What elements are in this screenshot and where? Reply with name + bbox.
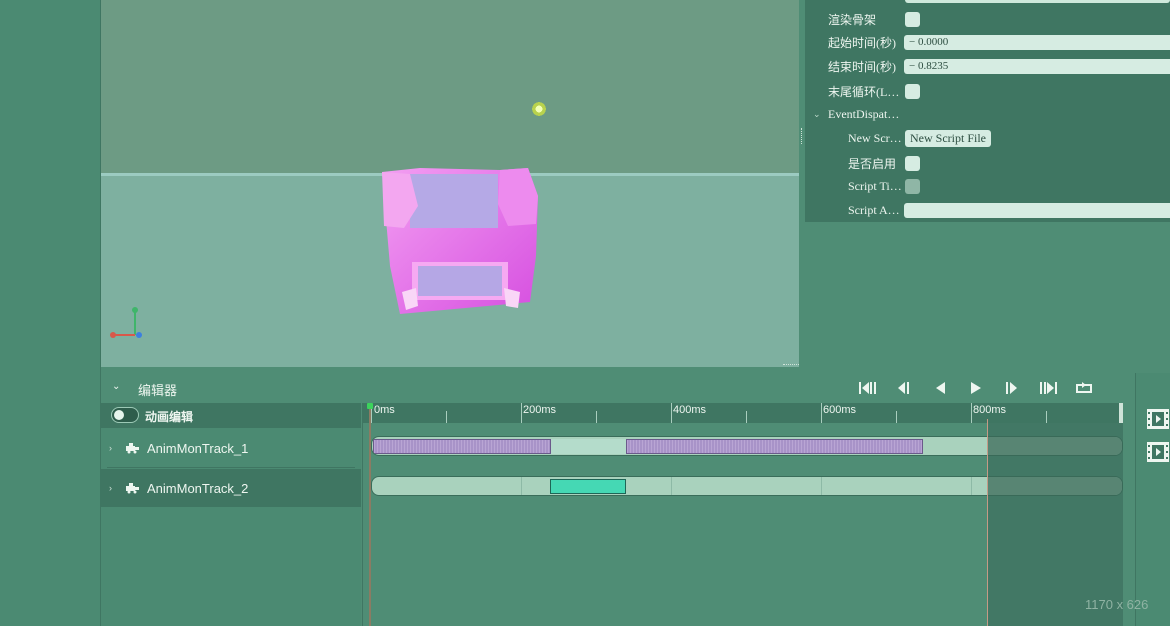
track-name: AnimMonTrack_1	[147, 440, 249, 456]
minus-icon: −	[909, 59, 916, 72]
prop-label: 是否启用	[848, 156, 897, 171]
clip-gap	[551, 439, 626, 454]
prop-label: 渲染骨架	[828, 12, 877, 27]
film-clip-icon[interactable]	[1147, 442, 1169, 462]
end-time-field[interactable]: − 0.8235	[904, 58, 1170, 74]
lane-gridline	[671, 477, 672, 495]
prop-label: Script Ti…	[848, 178, 902, 193]
ruler-tick	[896, 411, 897, 423]
lane-gridline	[821, 477, 822, 495]
chevron-right-icon[interactable]: ›	[109, 443, 112, 453]
track-list: 动画编辑 › AnimMonTrack_1 › AnimMonTrack_2	[101, 403, 361, 626]
track-type-icon	[126, 483, 139, 494]
prop-label: 末尾循环(L…	[828, 84, 900, 99]
time-ruler[interactable]: 0ms 200ms 400ms 600ms 800ms	[363, 403, 1123, 423]
track-row[interactable]: › AnimMonTrack_2	[101, 469, 361, 507]
scene-viewport[interactable]	[101, 0, 799, 367]
timeline[interactable]: 0ms 200ms 400ms 600ms 800ms	[362, 403, 1135, 626]
prop-label: Script A…	[848, 202, 900, 217]
prop-row-loop-at-end: 末尾循环(L…	[805, 80, 1170, 102]
start-time-field[interactable]: − 0.0000	[904, 34, 1170, 50]
chevron-down-icon[interactable]: ⌄	[112, 381, 120, 392]
lane-gridline	[971, 477, 972, 495]
script-trigger-checkbox[interactable]	[905, 178, 920, 194]
prop-row-enabled: 是否启用	[805, 152, 1170, 174]
ruler-tick	[596, 411, 597, 423]
start-time-value: 0.0000	[917, 35, 949, 48]
end-time-value: 0.8235	[917, 59, 949, 72]
editor-header: ⌄ 编辑器	[101, 373, 1135, 403]
anim-edit-toggle[interactable]	[111, 407, 139, 423]
editor-title: 编辑器	[138, 383, 178, 398]
ruler-tick	[521, 403, 522, 423]
enabled-checkbox[interactable]	[905, 155, 920, 171]
ruler-tick	[746, 411, 747, 423]
prop-label: 结束时间(秒)	[828, 59, 896, 74]
chevron-down-icon[interactable]: ⌄	[813, 109, 821, 120]
viewport-resize-handle[interactable]	[783, 364, 799, 367]
playback-controls	[854, 378, 1098, 398]
divider	[107, 467, 355, 468]
track-name: AnimMonTrack_2	[147, 480, 249, 496]
ruler-end-handle[interactable]	[1119, 403, 1123, 423]
prop-label: 起始时间(秒)	[828, 35, 896, 50]
animation-clip[interactable]	[626, 439, 923, 454]
end-time-marker[interactable]	[987, 419, 988, 626]
prop-row-script-asset: Script A…	[805, 199, 1170, 221]
event-dispatcher-group-header[interactable]: ⌄ EventDispat…	[805, 103, 1170, 125]
treasure-chest-model[interactable]	[380, 166, 540, 318]
ruler-tick	[971, 403, 972, 423]
ruler-tick	[821, 403, 822, 423]
ruler-tick	[1046, 411, 1047, 423]
film-clip-icon[interactable]	[1147, 409, 1169, 429]
axis-gizmo-icon	[110, 307, 142, 338]
chevron-right-icon[interactable]: ›	[109, 483, 112, 493]
group-label: EventDispat…	[828, 106, 900, 121]
ruler-tick	[671, 403, 672, 423]
anim-edit-label: 动画编辑	[145, 410, 194, 424]
prop-row-render-skeleton: 渲染骨架	[805, 8, 1170, 30]
loop-icon[interactable]	[1070, 378, 1098, 398]
left-side-panel	[0, 0, 101, 626]
out-of-range-shade	[988, 423, 1123, 626]
prop-row-new-script: New Scr… New Script File	[805, 127, 1170, 149]
track-type-icon	[126, 443, 139, 454]
canvas-size-label: 1170 x 626	[1085, 597, 1149, 612]
track-row[interactable]: › AnimMonTrack_1	[101, 429, 361, 467]
ruler-label: 0ms	[374, 404, 395, 416]
playhead-handle[interactable]	[367, 403, 373, 409]
ruler-label: 200ms	[523, 404, 557, 416]
play-icon[interactable]	[962, 378, 990, 398]
prop-row-script-trigger: Script Ti…	[805, 175, 1170, 197]
prop-label: New Scr…	[848, 130, 902, 145]
ruler-label: 600ms	[823, 404, 857, 416]
script-asset-field[interactable]	[904, 202, 1170, 218]
render-skeleton-checkbox[interactable]	[905, 11, 920, 27]
ruler-tick	[446, 411, 447, 423]
lane-gridline	[521, 477, 522, 495]
skip-to-start-icon[interactable]	[854, 378, 882, 398]
edit-mode-row: 动画编辑	[101, 403, 361, 428]
play-reverse-icon[interactable]	[926, 378, 954, 398]
scrolled-field	[905, 0, 1170, 3]
toggle-knob	[114, 410, 124, 420]
right-tool-strip	[1135, 373, 1170, 626]
ruler-label: 800ms	[973, 404, 1007, 416]
new-script-file-button[interactable]: New Script File	[905, 129, 991, 147]
animation-clip[interactable]	[373, 439, 551, 454]
playhead[interactable]	[369, 403, 371, 626]
step-back-icon[interactable]	[890, 378, 918, 398]
viewport-sky	[101, 0, 799, 176]
skip-to-end-icon[interactable]	[1034, 378, 1062, 398]
animation-clip-selected[interactable]	[550, 479, 626, 494]
step-forward-icon[interactable]	[998, 378, 1026, 398]
loop-at-end-checkbox[interactable]	[905, 83, 920, 99]
minus-icon: −	[909, 35, 916, 48]
properties-panel: 渲染骨架 起始时间(秒) − 0.0000 结束时间(秒) − 0.8235 末…	[805, 0, 1170, 222]
ruler-label: 400ms	[673, 404, 707, 416]
prop-row-start-time: 起始时间(秒) − 0.0000	[805, 31, 1170, 53]
light-source-icon[interactable]	[531, 101, 547, 117]
props-resize-handle[interactable]	[801, 128, 804, 144]
prop-row-end-time: 结束时间(秒) − 0.8235	[805, 55, 1170, 77]
